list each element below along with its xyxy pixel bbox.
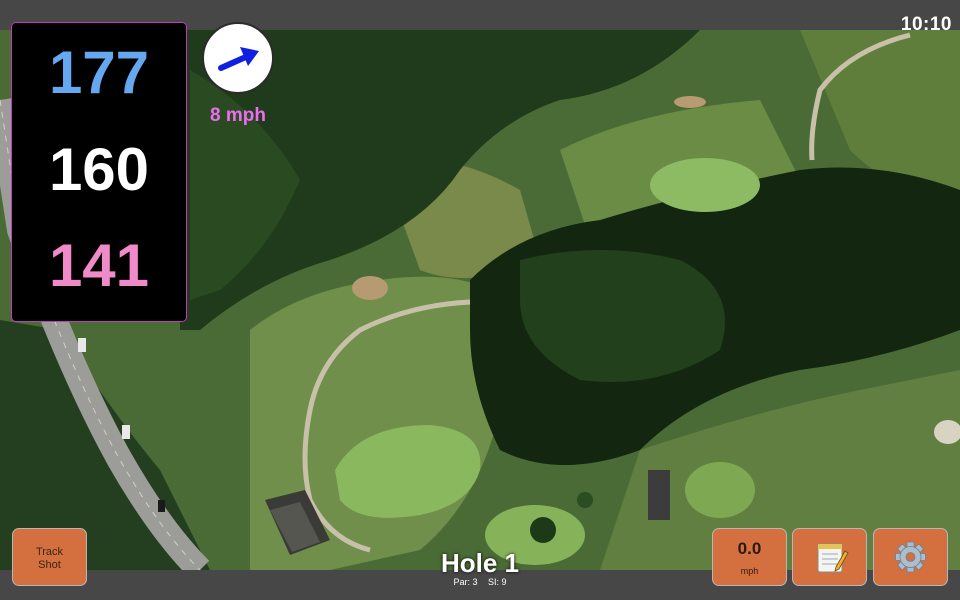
- track-shot-label: Track Shot: [35, 546, 64, 571]
- hole-info: Par: 3 SI: 9: [380, 577, 580, 587]
- notepad-icon: [817, 543, 849, 573]
- notes-button[interactable]: [792, 528, 867, 586]
- hole-stroke-index: SI: 9: [488, 577, 507, 587]
- track-shot-button[interactable]: Track Shot: [12, 528, 87, 586]
- gear-icon: [895, 541, 926, 573]
- distance-panel: 177 160 141: [11, 22, 187, 322]
- wind-direction-arrow-icon: [218, 47, 259, 71]
- wind-speed-label: 8 mph: [210, 105, 266, 126]
- clock: 10:10: [900, 14, 952, 35]
- golf-gps-screen: 10:10 177 160 141 8 mph Track Shot Hole …: [0, 0, 960, 600]
- distance-middle: 160: [48, 136, 150, 203]
- wind-adjust-button[interactable]: 0.0 mph: [712, 528, 787, 586]
- hole-title: Hole 1: [440, 548, 520, 578]
- settings-button[interactable]: [873, 528, 948, 586]
- hole-par: Par: 3: [453, 577, 478, 587]
- wind-adjust-unit: mph: [740, 566, 759, 576]
- distance-front: 141: [48, 232, 150, 299]
- wind-indicator: [202, 22, 274, 94]
- wind-adjust-value: 0.0: [737, 539, 762, 558]
- distance-back: 177: [48, 39, 150, 106]
